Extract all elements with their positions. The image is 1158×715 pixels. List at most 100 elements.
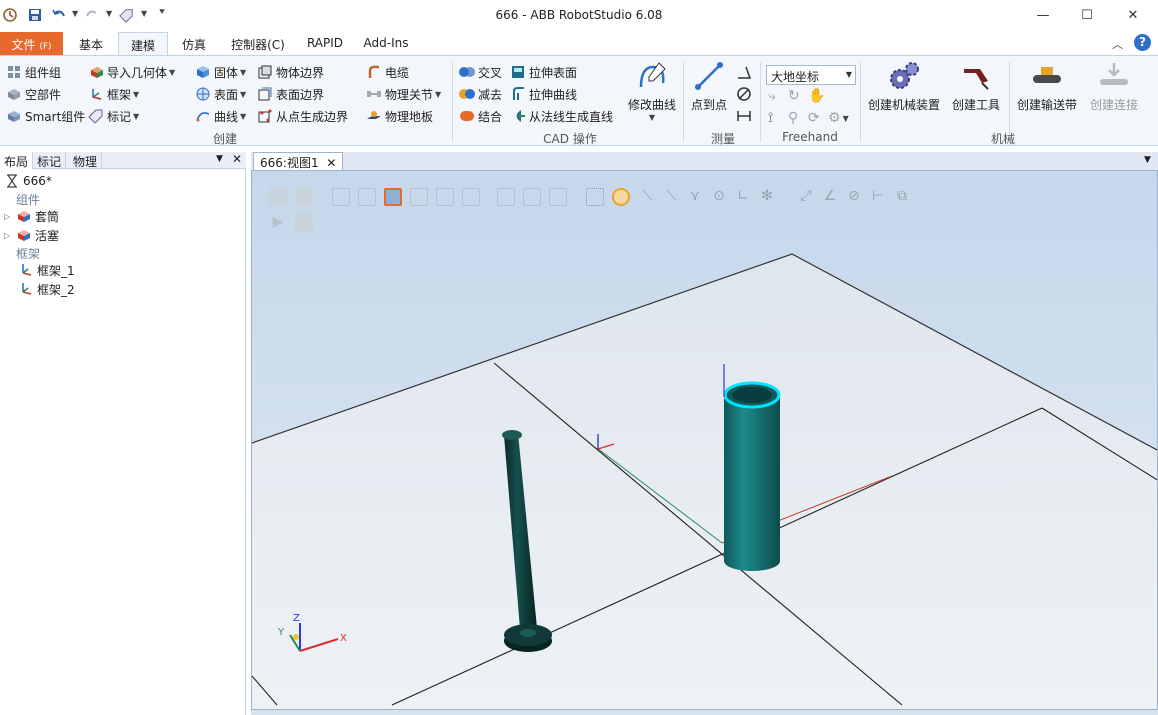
tag-button[interactable]: 标记 ▼ — [88, 106, 139, 126]
select-target-icon[interactable] — [497, 188, 515, 206]
expand-arrow-icon[interactable]: ▷ — [4, 231, 16, 240]
tab-addins[interactable]: Add-Ins — [358, 32, 414, 55]
tree-component-item[interactable]: ▷ 活塞 — [4, 226, 59, 244]
line-from-normal-button[interactable]: 从法线生成直线 — [510, 106, 613, 126]
snap-edge-icon[interactable]: ⟍ — [638, 188, 656, 206]
select-mechanism-icon[interactable] — [436, 188, 454, 206]
freehand-rotate-button[interactable]: ↻ — [788, 86, 800, 106]
measure-angle-button[interactable] — [736, 62, 755, 82]
tree-frame-item[interactable]: 框架_2 — [18, 280, 75, 298]
freehand-joint-button[interactable]: ⟟ — [768, 108, 773, 128]
help-icon[interactable]: ? — [1134, 34, 1151, 51]
surface-border-button[interactable]: 表面边界 — [257, 84, 324, 104]
empty-part-button[interactable]: 空部件 — [6, 84, 61, 104]
create-conveyor-button[interactable]: 创建输送带 — [1012, 60, 1082, 113]
create-tool-label: 创建工具 — [951, 98, 1000, 112]
solid-button[interactable]: 固体 ▼ — [195, 62, 246, 82]
measure-diameter-button[interactable] — [736, 84, 755, 104]
tab-file-label: 文件 — [11, 38, 36, 52]
panel-close-icon[interactable]: ✕ — [232, 152, 242, 166]
component-group-button[interactable]: 组件组 — [6, 62, 61, 82]
play-icon[interactable]: ▶ — [269, 214, 287, 232]
snap-local-origin-icon[interactable]: ∟ — [734, 188, 752, 206]
freehand-more-button[interactable]: ⚙ ▼ — [828, 108, 849, 128]
3d-viewport[interactable]: Z Y X ⟍ ⟍ ⋎ ⊙ ∟ ✻ ⤢ ∠ ⊘ ⊢ ⧉ ▶ — [251, 170, 1158, 710]
measure-diameter-view-icon[interactable]: ⊘ — [845, 188, 863, 206]
intersect-button[interactable]: 交叉 — [459, 62, 502, 82]
expand-arrow-icon[interactable]: ▷ — [4, 212, 16, 221]
snap-midpoint-icon[interactable]: ⟍ — [662, 188, 680, 206]
freehand-drag-button[interactable]: ✋ — [808, 86, 825, 106]
stop-icon[interactable] — [295, 214, 313, 232]
close-button[interactable]: ✕ — [1110, 0, 1156, 31]
sleeve-cylinder[interactable] — [724, 393, 780, 571]
snap-circle-icon[interactable]: ⊙ — [710, 188, 728, 206]
create-connection-button[interactable]: 创建连接 — [1084, 60, 1144, 113]
group-create-label: 创建 — [212, 132, 237, 146]
physical-joint-button[interactable]: 物理关节 ▼ — [366, 84, 441, 104]
measure-angle-view-icon[interactable]: ∠ — [821, 188, 839, 206]
tab-rapid[interactable]: RAPID — [300, 32, 350, 55]
tab-physics[interactable]: 物理 — [69, 152, 103, 169]
select-body-icon[interactable] — [384, 188, 402, 206]
subtract-button[interactable]: 减去 — [459, 84, 502, 104]
panel-menu-icon[interactable]: ▼ — [216, 154, 223, 164]
tab-list-dropdown-icon[interactable]: ▼ — [1144, 155, 1151, 165]
maximize-button[interactable]: ☐ — [1064, 0, 1110, 31]
snap-grid-icon[interactable]: ✻ — [758, 188, 776, 206]
extrude-surface-button[interactable]: 拉伸表面 — [510, 62, 577, 82]
freehand-reorient-button[interactable]: ⟳ — [808, 108, 820, 128]
select-path-icon[interactable] — [523, 188, 541, 206]
tab-basic[interactable]: 基本 — [68, 32, 114, 55]
freehand-linear-button[interactable]: ⚲ — [788, 108, 798, 128]
create-mechanism-button[interactable]: 创建机械装置 — [864, 60, 944, 113]
tab-controller[interactable]: 控制器(C) — [222, 32, 294, 55]
snap-object-icon[interactable] — [586, 188, 604, 206]
surface-label: 表面 — [214, 87, 239, 102]
point-to-point-button[interactable]: 点到点 — [686, 60, 732, 113]
physical-floor-button[interactable]: 物理地板 — [366, 106, 433, 126]
minimize-button[interactable]: — — [1020, 0, 1066, 31]
select-frame-icon[interactable] — [549, 188, 567, 206]
extrude-curve-button[interactable]: 拉伸曲线 — [510, 84, 577, 104]
measure-distance-button[interactable] — [736, 106, 755, 126]
modify-curve-button[interactable]: 修改曲线 ▼ — [624, 60, 680, 122]
view-shading-icon[interactable] — [269, 188, 287, 206]
import-geometry-button[interactable]: 导入几何体 ▼ — [88, 62, 175, 82]
create-tool-button[interactable]: 创建工具 — [948, 60, 1004, 113]
border-from-points-button[interactable]: 从点生成边界 — [257, 106, 348, 126]
union-button[interactable]: 结合 — [459, 106, 502, 126]
snap-end-icon[interactable]: ⋎ — [686, 188, 704, 206]
select-curve-icon[interactable] — [332, 188, 350, 206]
select-surface-icon[interactable] — [358, 188, 376, 206]
view1-tab[interactable]: 666:视图1 ✕ — [253, 152, 344, 170]
curve-button[interactable]: 曲线 ▼ — [195, 106, 246, 126]
body-border-button[interactable]: 物体边界 — [257, 62, 324, 82]
tab-close-icon[interactable]: ✕ — [326, 156, 336, 170]
coord-system-select[interactable]: 大地坐标 ▼ — [766, 65, 856, 85]
surface-button[interactable]: 表面 ▼ — [195, 84, 246, 104]
view-wireframe-icon[interactable] — [295, 188, 313, 206]
tab-paths[interactable]: 标记 — [33, 152, 67, 169]
freehand-move-button[interactable]: ⤷ — [768, 86, 776, 106]
measure-point-icon[interactable]: ⤢ — [797, 188, 815, 206]
select-group-icon[interactable] — [462, 188, 480, 206]
frame-button[interactable]: 框架 ▼ — [88, 84, 139, 104]
select-part-icon[interactable] — [410, 188, 428, 206]
tab-layout[interactable]: 布局 — [0, 152, 34, 169]
tree-frame-item[interactable]: 框架_1 — [18, 261, 75, 279]
body-border-label: 物体边界 — [276, 65, 325, 80]
snap-center-icon[interactable] — [612, 188, 630, 206]
collapse-ribbon-icon[interactable]: ︿ — [1112, 36, 1123, 52]
tab-file[interactable]: 文件 (F) — [0, 32, 63, 55]
tree-component-item[interactable]: ▷ 套筒 — [4, 207, 59, 225]
cable-button[interactable]: 电缆 — [366, 62, 409, 82]
measure-distance-view-icon[interactable]: ⊢ — [869, 188, 887, 206]
measure-shortest-icon[interactable]: ⧉ — [893, 188, 911, 206]
group-cad-label: CAD 操作 — [543, 132, 597, 146]
physical-joint-icon — [366, 86, 382, 102]
smart-component-button[interactable]: Smart组件 — [6, 106, 85, 126]
tab-modeling[interactable]: 建模 — [118, 32, 168, 55]
tab-simulation[interactable]: 仿真 — [172, 32, 216, 55]
tree-station-node[interactable]: 666* — [4, 172, 52, 190]
